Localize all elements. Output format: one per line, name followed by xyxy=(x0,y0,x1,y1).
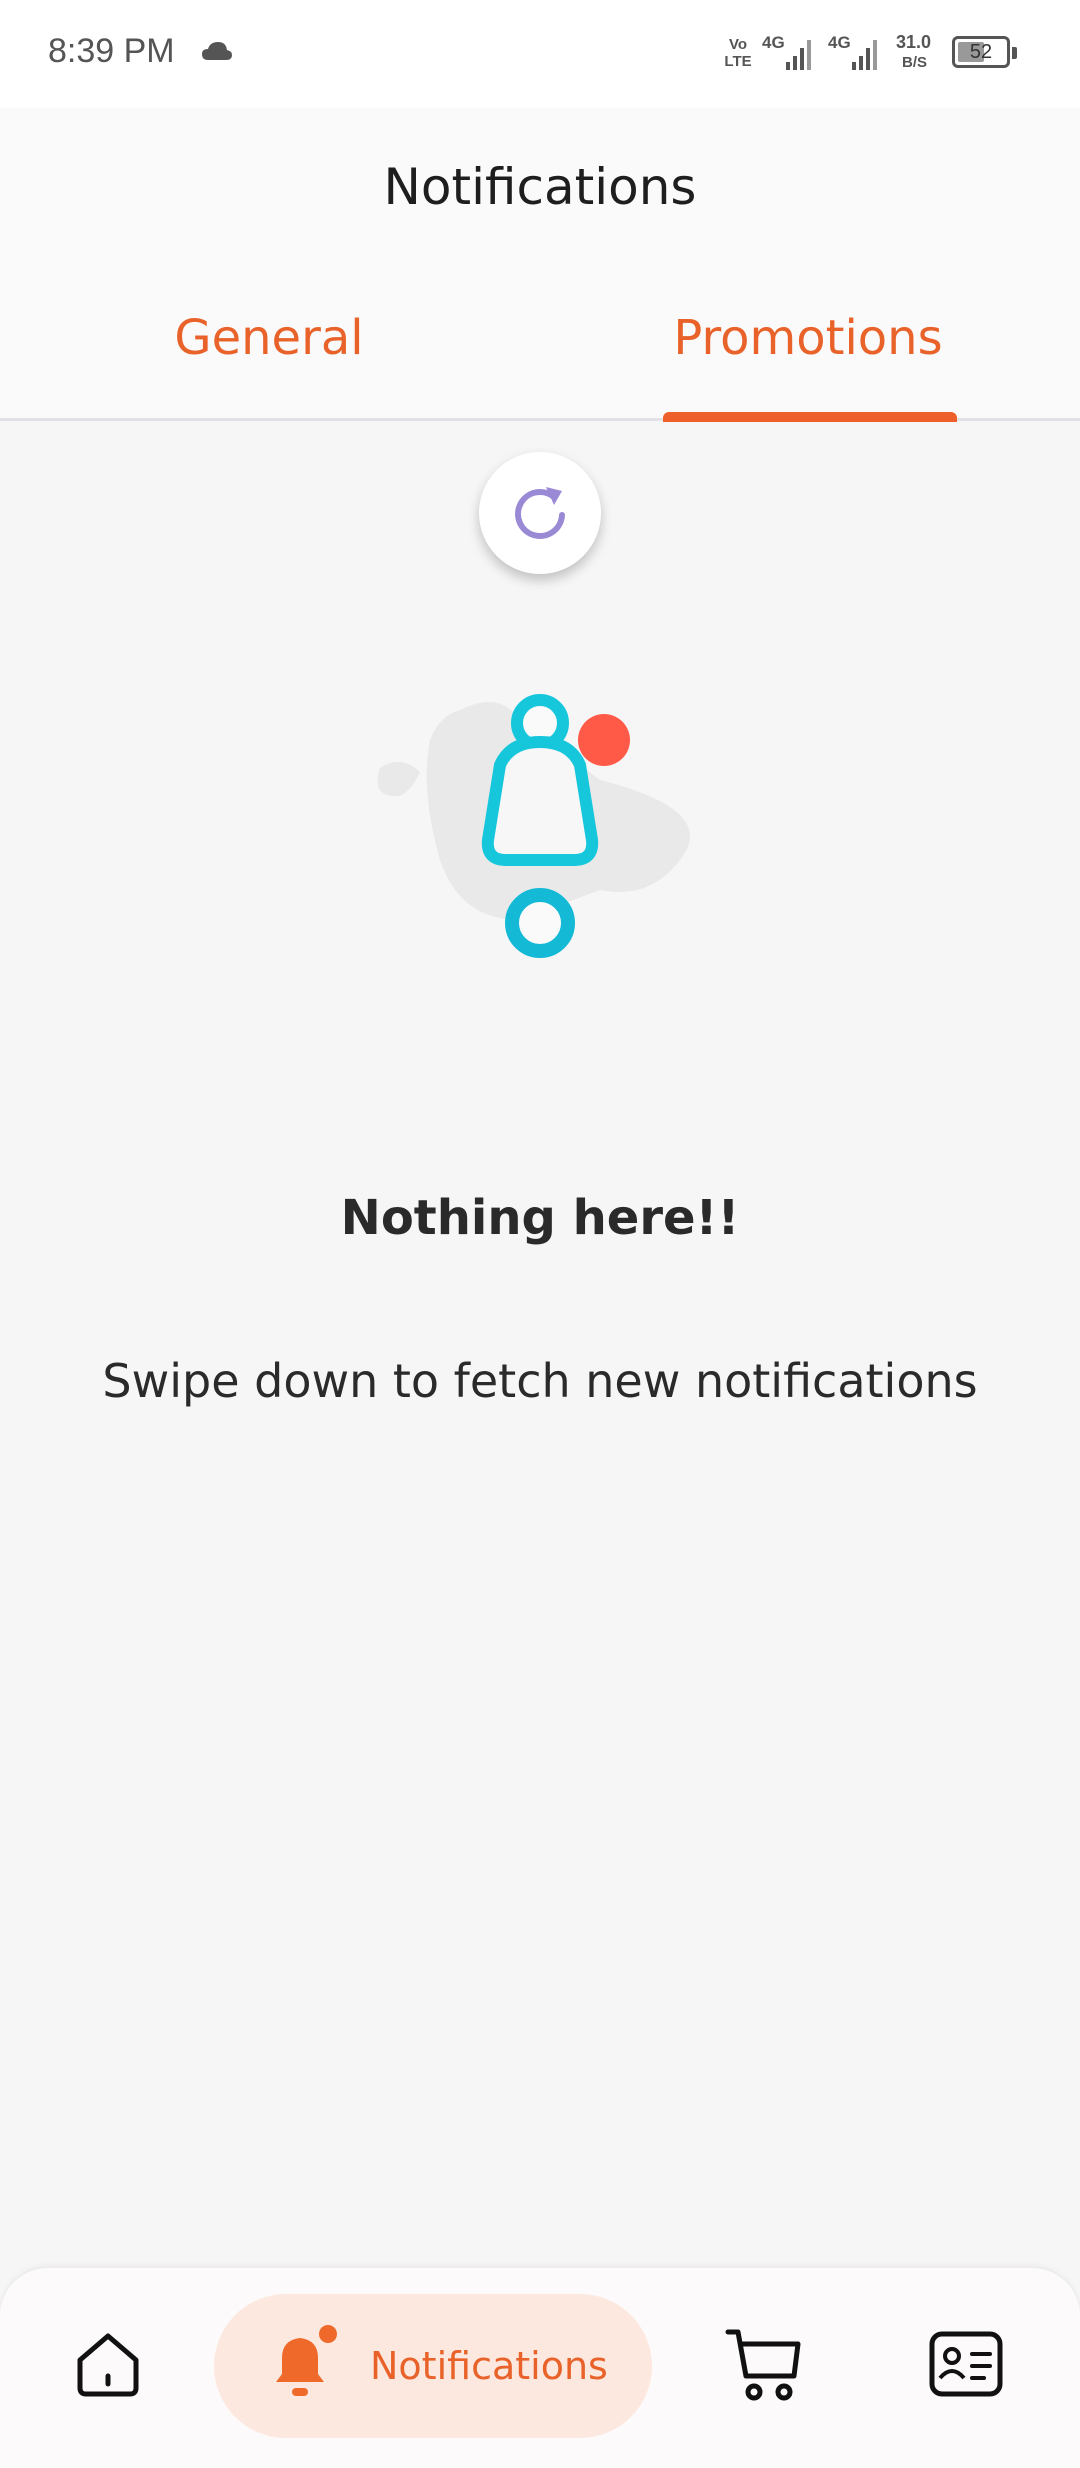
refresh-button[interactable] xyxy=(479,452,601,574)
status-bar: 8:39 PM Vo LTE 4G 4G 31.0 B/S 52 xyxy=(0,0,1080,108)
net-speed-unit: B/S xyxy=(902,54,928,71)
signal-1-icon xyxy=(786,40,811,70)
battery-icon: 52 xyxy=(952,36,1017,68)
empty-bell-illustration xyxy=(377,694,690,958)
header: Notifications General Promotions xyxy=(0,108,1080,422)
network-1-label: 4G xyxy=(762,33,785,52)
signal-2-icon xyxy=(852,40,877,70)
net-speed-value: 31.0 xyxy=(896,32,932,52)
nav-home[interactable] xyxy=(70,2326,146,2402)
cart-icon xyxy=(725,2329,801,2401)
nav-profile[interactable] xyxy=(926,2324,1006,2404)
page-title: Notifications xyxy=(383,158,697,216)
cloud-icon xyxy=(202,42,232,60)
nav-notifications-label: Notifications xyxy=(370,2344,608,2388)
nav-cart[interactable] xyxy=(722,2322,806,2406)
nav-notifications[interactable]: Notifications xyxy=(214,2294,652,2438)
bell-icon xyxy=(276,2325,337,2396)
refresh-icon xyxy=(515,487,565,539)
status-icons: Vo LTE 4G 4G 31.0 B/S 52 xyxy=(720,30,1040,80)
network-2-label: 4G xyxy=(828,33,851,52)
empty-state-title: Nothing here!! xyxy=(340,1190,740,1246)
tab-active-indicator xyxy=(663,412,957,422)
status-time: 8:39 PM xyxy=(48,32,175,70)
bottom-navigation: Notifications xyxy=(0,2268,1080,2468)
tab-general[interactable]: General xyxy=(124,310,414,366)
battery-level: 52 xyxy=(969,41,993,63)
empty-state-subtitle: Swipe down to fetch new notifications xyxy=(102,1354,978,1408)
tab-promotions[interactable]: Promotions xyxy=(640,310,976,366)
profile-card-icon xyxy=(929,2331,1003,2397)
home-icon xyxy=(77,2333,139,2397)
volte-indicator: Vo LTE xyxy=(724,36,752,70)
